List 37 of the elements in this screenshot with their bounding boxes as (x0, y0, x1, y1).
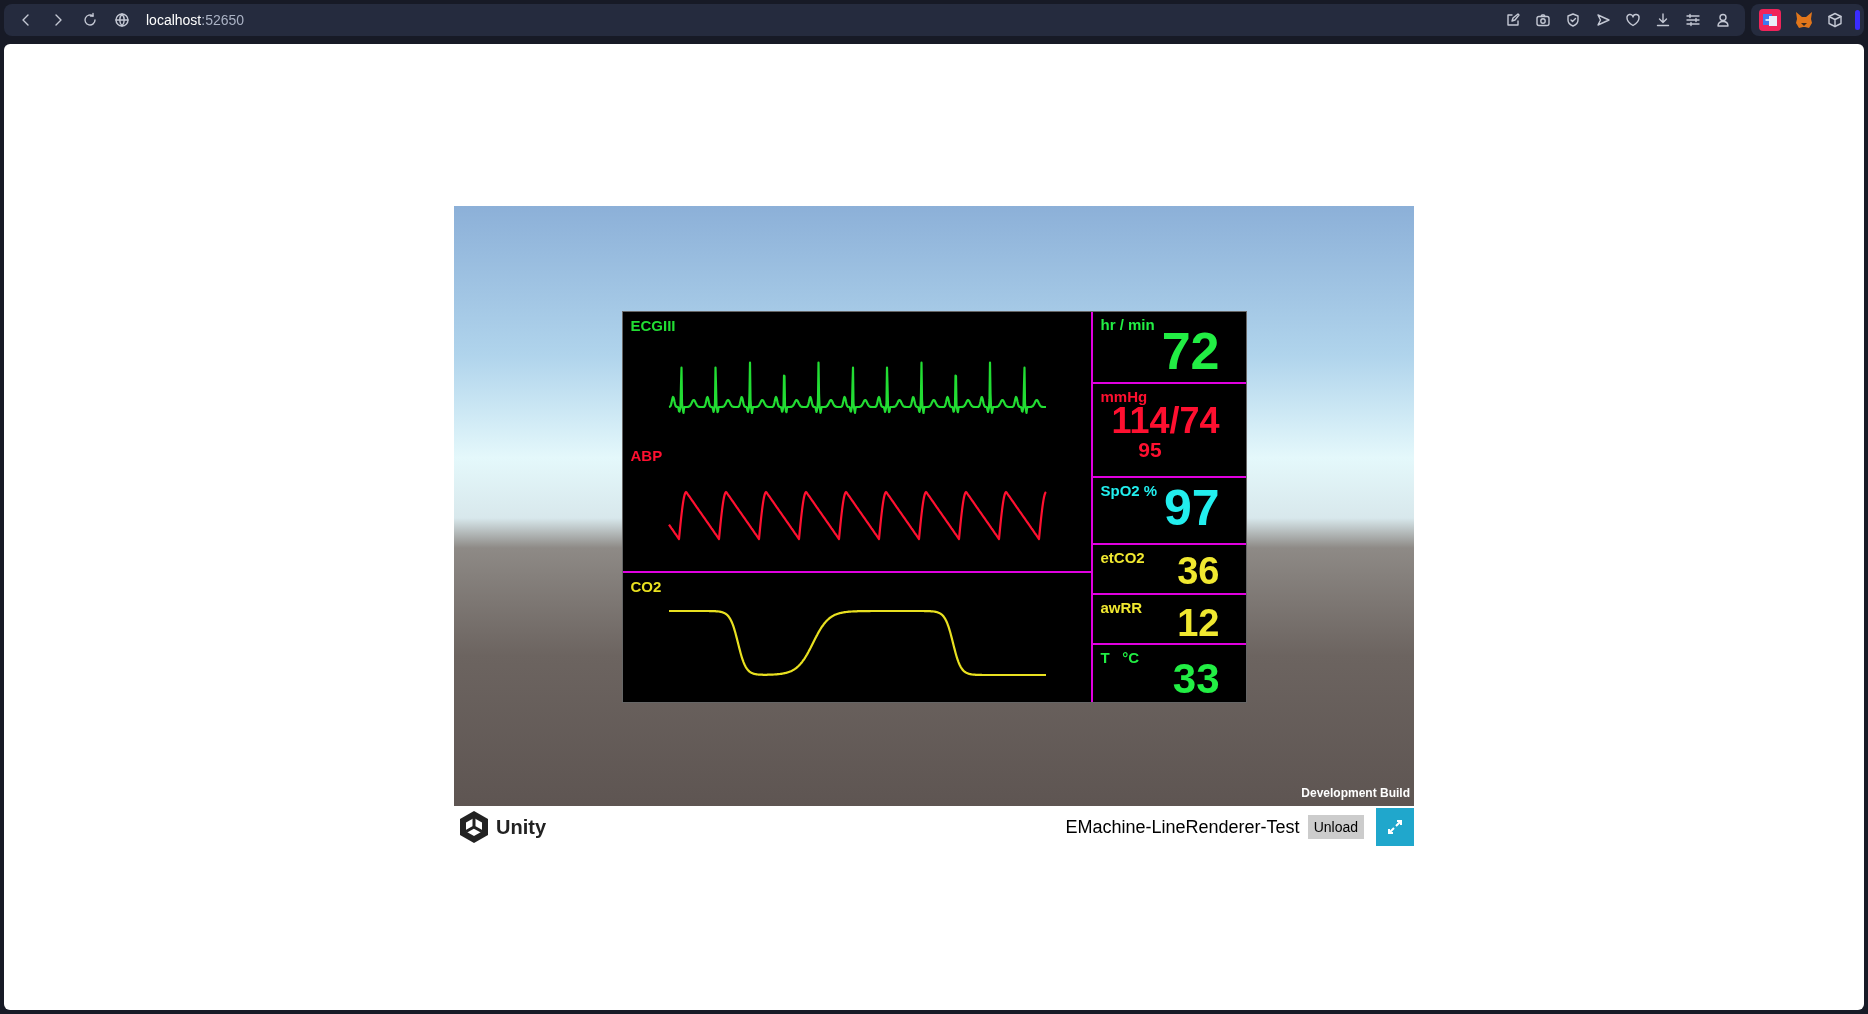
expand-icon (1387, 819, 1403, 835)
camera-icon[interactable] (1535, 12, 1551, 28)
vital-label: SpO2 % (1100, 482, 1158, 500)
reload-icon[interactable] (82, 12, 98, 28)
fullscreen-button[interactable] (1376, 808, 1414, 846)
waveform-label: ABP (630, 447, 663, 464)
unload-button[interactable]: Unload (1307, 815, 1364, 839)
profile-icon[interactable] (1715, 12, 1731, 28)
vital-value: 33 (1172, 658, 1220, 701)
vital-label: mmHg (1100, 387, 1148, 405)
mean-pressure-value: 95 (1138, 438, 1162, 460)
vital-value: 36 (1177, 551, 1220, 590)
globe-icon[interactable] (114, 12, 130, 28)
waveform-label: ECGIII (630, 317, 676, 334)
vital-value: 72 (1161, 325, 1220, 377)
logo-text: Unity (496, 815, 546, 839)
cube-logo-icon (458, 810, 490, 844)
vital-label: T °C (1100, 649, 1139, 667)
vital-label: etCO2 (1100, 548, 1145, 566)
translate-icon[interactable] (1759, 9, 1781, 31)
vital-label: hr / min (1100, 316, 1155, 333)
cube-icon[interactable] (1827, 12, 1843, 28)
edit-icon[interactable] (1505, 12, 1521, 28)
address-bar-url[interactable]: localhost:52650 (146, 12, 245, 28)
shield-icon[interactable] (1565, 12, 1581, 28)
send-icon[interactable] (1595, 12, 1611, 28)
app-title: EMachine-LineRenderer-Test (1065, 816, 1300, 838)
vital-label: awRR (1100, 598, 1143, 616)
build-label: Development Build (1301, 786, 1410, 800)
download-icon[interactable] (1655, 12, 1671, 28)
vital-value: 97 (1163, 483, 1220, 534)
vital-value: 12 (1177, 603, 1220, 642)
waveform-label: CO2 (630, 578, 662, 595)
fox-icon[interactable] (1793, 9, 1815, 31)
heart-icon[interactable] (1625, 12, 1641, 28)
tab-indicator (1855, 10, 1860, 30)
sliders-icon[interactable] (1685, 12, 1701, 28)
